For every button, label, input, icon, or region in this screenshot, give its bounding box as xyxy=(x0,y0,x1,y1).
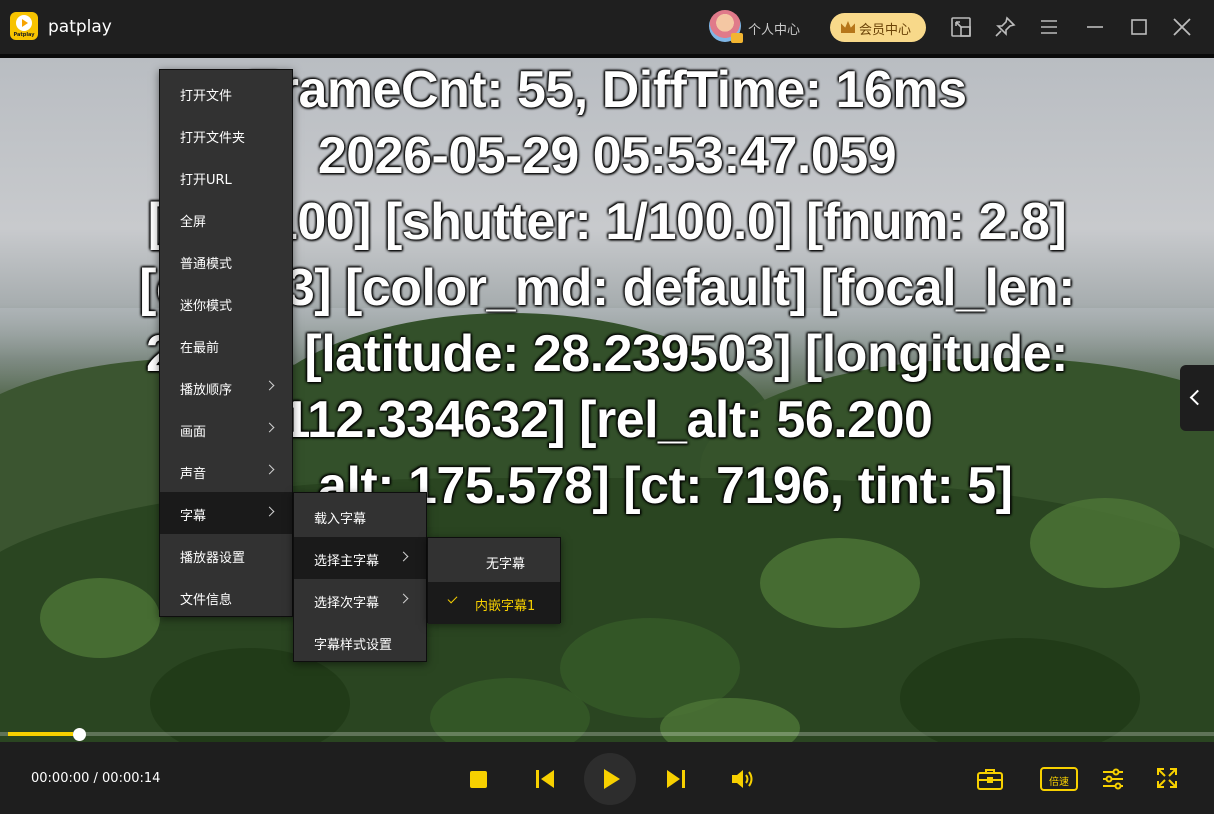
menu-item-normal-mode[interactable]: 普通模式 xyxy=(160,240,292,282)
vip-center-button[interactable]: 会员中心 xyxy=(830,13,926,42)
volume-icon[interactable] xyxy=(731,768,755,790)
vip-center-label: 会员中心 xyxy=(859,23,912,38)
close-icon[interactable] xyxy=(1169,14,1195,40)
progress-fill xyxy=(8,732,73,736)
menu-item-file-info[interactable]: 文件信息 xyxy=(160,576,292,618)
chevron-right-icon xyxy=(264,422,275,433)
menu-item-no-subtitle[interactable]: 无字幕 xyxy=(428,540,560,582)
menu-item-subtitle-style[interactable]: 字幕样式设置 xyxy=(294,621,426,663)
menu-item-picture[interactable]: 画面 xyxy=(160,408,292,450)
chevron-left-icon xyxy=(1189,389,1206,406)
progress-track[interactable] xyxy=(0,732,1214,736)
menu-item-play-order[interactable]: 播放顺序 xyxy=(160,366,292,408)
settings-sliders-icon[interactable] xyxy=(1101,767,1125,795)
avatar[interactable] xyxy=(709,10,743,43)
playback-time: 00:00:00 / 00:00:14 xyxy=(31,771,161,786)
menu-item-embedded-subtitle-1[interactable]: 内嵌字幕1 xyxy=(428,582,560,624)
chevron-right-icon xyxy=(264,464,275,475)
crown-icon xyxy=(841,21,855,33)
screen-icon[interactable] xyxy=(948,14,974,40)
menu-item-open-file[interactable]: 打开文件 xyxy=(160,72,292,114)
menu-icon[interactable] xyxy=(1036,14,1062,40)
stop-icon[interactable] xyxy=(470,771,487,788)
app-logo: Patplay xyxy=(10,12,38,40)
previous-icon[interactable] xyxy=(535,769,555,789)
menu-item-player-settings[interactable]: 播放器设置 xyxy=(160,534,292,576)
speed-label: 倍速 xyxy=(1049,777,1069,788)
speed-button[interactable]: 倍速 xyxy=(1040,767,1078,791)
menu-item-always-on-top[interactable]: 在最前 xyxy=(160,324,292,366)
subtitle-submenu: 载入字幕 选择主字幕 选择次字幕 字幕样式设置 xyxy=(293,492,427,662)
fullscreen-icon[interactable] xyxy=(1156,767,1178,793)
menu-item-mini-mode[interactable]: 迷你模式 xyxy=(160,282,292,324)
main-subtitle-submenu: 无字幕 内嵌字幕1 xyxy=(427,537,561,624)
toolbox-icon[interactable] xyxy=(976,767,1004,795)
chevron-right-icon xyxy=(398,551,409,562)
chevron-right-icon xyxy=(264,380,275,391)
checkmark-icon xyxy=(447,593,458,604)
minimize-icon[interactable] xyxy=(1082,14,1108,40)
play-icon xyxy=(604,769,620,789)
menu-item-load-subtitle[interactable]: 载入字幕 xyxy=(294,495,426,537)
side-panel-toggle[interactable] xyxy=(1180,365,1214,431)
menu-item-fullscreen[interactable]: 全屏 xyxy=(160,198,292,240)
menu-item-open-url[interactable]: 打开URL xyxy=(160,156,292,198)
next-icon[interactable] xyxy=(666,769,686,789)
menu-item-open-folder[interactable]: 打开文件夹 xyxy=(160,114,292,156)
play-button[interactable] xyxy=(584,753,636,805)
menu-item-select-secondary-subtitle[interactable]: 选择次字幕 xyxy=(294,579,426,621)
context-menu: 打开文件 打开文件夹 打开URL 全屏 普通模式 迷你模式 在最前 播放顺序 画… xyxy=(159,69,293,617)
app-name: patplay xyxy=(48,17,112,37)
maximize-icon[interactable] xyxy=(1126,14,1152,40)
title-bar: Patplay patplay 个人中心 会员中心 xyxy=(0,0,1214,54)
menu-item-sound[interactable]: 声音 xyxy=(160,450,292,492)
chevron-right-icon xyxy=(264,506,275,517)
progress-handle[interactable] xyxy=(72,728,86,741)
menu-item-select-main-subtitle[interactable]: 选择主字幕 xyxy=(294,537,426,579)
user-center-link[interactable]: 个人中心 xyxy=(748,19,800,38)
menu-item-subtitle[interactable]: 字幕 xyxy=(160,492,292,534)
chevron-right-icon xyxy=(398,593,409,604)
pin-icon[interactable] xyxy=(992,14,1018,40)
